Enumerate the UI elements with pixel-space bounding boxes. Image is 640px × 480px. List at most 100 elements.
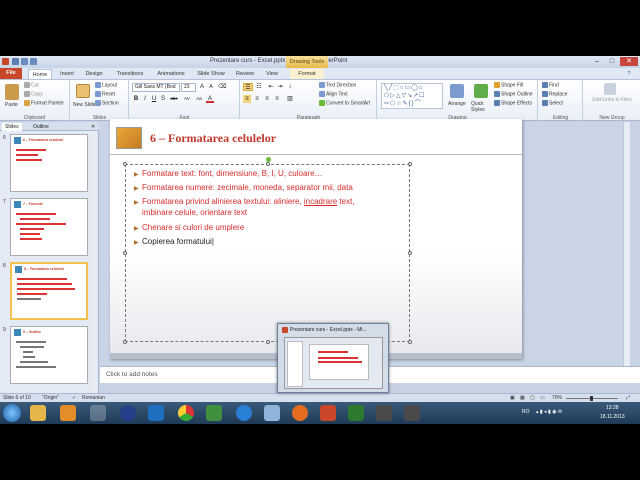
notepad-icon[interactable] <box>264 405 280 421</box>
chrome-icon[interactable] <box>178 405 194 421</box>
resize-handle[interactable] <box>123 251 127 255</box>
paste-icon[interactable] <box>5 84 19 100</box>
tab-format[interactable]: Format <box>290 69 324 79</box>
slide-thumbnail-selected[interactable]: 8 – Formatarea celulelor <box>10 262 88 320</box>
bullet-item[interactable]: ▶ Chenare si culori de umplere <box>134 223 244 234</box>
start-button[interactable] <box>3 404 21 422</box>
section-button[interactable]: Section <box>95 100 119 106</box>
control-panel-icon[interactable] <box>90 405 106 421</box>
quick-styles-button[interactable]: Quick Styles <box>471 101 491 113</box>
shape-fill-button[interactable]: Shape Fill <box>494 82 523 88</box>
resize-handle[interactable] <box>123 340 127 344</box>
firefox-icon[interactable] <box>292 405 308 421</box>
arrange-button[interactable]: Arrange <box>448 101 466 107</box>
spellcheck-icon[interactable]: ✓ <box>72 395 76 401</box>
tab-transitions[interactable]: Transitions <box>110 69 150 79</box>
tab-insert[interactable]: Insert <box>56 69 78 79</box>
center-button[interactable]: ≡ <box>253 95 261 103</box>
new-slide-button[interactable]: New Slide <box>73 102 96 108</box>
tab-slides[interactable]: Slides <box>2 123 22 131</box>
font-name-dropdown[interactable]: Gill Sans MT (Bod <box>132 83 180 92</box>
quick-styles-icon[interactable] <box>474 84 488 98</box>
bullet-item-continuation[interactable]: imbinare celule, orientare text <box>142 208 247 218</box>
close-button[interactable]: ✕ <box>620 57 638 66</box>
bullet-item[interactable]: ▶ Formatarea numere: zecimale, moneda, se… <box>134 183 353 194</box>
clear-formatting-button[interactable]: ⌫ <box>218 83 226 91</box>
app-icon[interactable] <box>404 405 420 421</box>
tab-design[interactable]: Design <box>82 69 106 79</box>
shape-effects-button[interactable]: Shape Effects <box>494 100 532 106</box>
tab-home[interactable]: Home <box>28 69 52 79</box>
arrange-icon[interactable] <box>450 84 464 98</box>
find-button[interactable]: Find <box>542 82 559 88</box>
grow-font-button[interactable]: A <box>198 83 206 91</box>
resize-handle[interactable] <box>266 162 270 166</box>
slide-thumbnail[interactable]: 7 – Formule <box>10 198 88 256</box>
powerpoint-taskbar-icon[interactable] <box>320 405 336 421</box>
content-placeholder[interactable]: ▶ Formatare text: font, dimensiune, B, I,… <box>123 157 412 344</box>
align-text-button[interactable]: Align Text <box>319 91 348 97</box>
shapes-gallery[interactable]: ╲╱⬚○▭◯⌂ ⬡▷△▽↘↗☐ ⇨⬠☆✎{}⌒ <box>381 83 443 109</box>
slide-sorter-icon[interactable]: ▦ <box>520 395 525 401</box>
slideshow-icon[interactable]: ▭ <box>540 395 545 401</box>
tab-file[interactable]: File <box>0 68 22 79</box>
ie-icon[interactable] <box>236 405 252 421</box>
font-color-button[interactable]: A <box>206 95 214 103</box>
theme-name[interactable]: "Origin" <box>42 395 59 401</box>
select-button[interactable]: Select <box>542 100 563 106</box>
decrease-indent-button[interactable]: ⇤ <box>267 83 275 91</box>
excel-chart-icon[interactable] <box>206 405 222 421</box>
increase-indent-button[interactable]: ⇥ <box>276 83 284 91</box>
resize-handle[interactable] <box>266 340 270 344</box>
tab-slide-show[interactable]: Slide Show <box>193 69 229 79</box>
bullets-button[interactable]: ☰ <box>243 83 253 91</box>
save-icon[interactable] <box>12 58 19 65</box>
app-icon[interactable] <box>376 405 392 421</box>
explorer-icon[interactable] <box>30 405 46 421</box>
convert-smartart-button[interactable]: Convert to SmartArt <box>319 100 370 106</box>
slide-logo-image[interactable] <box>116 127 142 149</box>
slide-thumbnail[interactable]: 9 – Grafice <box>10 326 88 384</box>
replace-button[interactable]: Replace <box>542 91 567 97</box>
resize-handle[interactable] <box>408 340 412 344</box>
resize-handle[interactable] <box>123 162 127 166</box>
shadow-button[interactable]: S <box>159 95 167 103</box>
font-size-dropdown[interactable]: 23 <box>181 83 196 92</box>
layout-button[interactable]: Layout <box>95 82 117 88</box>
bullet-item[interactable]: ▶ Formatarea privind alinierea textului: … <box>134 197 355 208</box>
clock-date[interactable]: 18.11.2013 <box>600 414 625 420</box>
bullet-item[interactable]: ▶ Formatare text: font, dimensiune, B, I,… <box>134 169 323 180</box>
language-code[interactable]: RO <box>522 409 530 415</box>
media-player-icon[interactable] <box>60 405 76 421</box>
language-indicator[interactable]: Romanian <box>82 395 105 401</box>
tab-outline[interactable]: Outline <box>30 123 52 131</box>
shrink-font-button[interactable]: A <box>207 83 215 91</box>
tab-animations[interactable]: Animations <box>152 69 190 79</box>
resize-handle[interactable] <box>408 251 412 255</box>
numbering-button[interactable]: ☷ <box>255 83 263 91</box>
tab-view[interactable]: View <box>261 69 283 79</box>
copy-button[interactable]: Copy <box>24 91 43 97</box>
tray-icons[interactable]: ▴ ▮ ◂ ▮ ◉ ✉ <box>536 409 562 415</box>
maximize-button[interactable]: □ <box>605 57 619 66</box>
new-slide-icon[interactable] <box>76 84 90 98</box>
redo-icon[interactable] <box>30 58 37 65</box>
zoom-level[interactable]: 70% <box>552 395 562 401</box>
bold-button[interactable]: B <box>132 95 140 103</box>
pane-scrollbar[interactable] <box>91 132 97 390</box>
italic-button[interactable]: I <box>141 95 149 103</box>
shape-outline-button[interactable]: Shape Outline <box>494 91 533 97</box>
char-spacing-button[interactable]: AV <box>182 95 192 103</box>
slide-thumbnail[interactable]: 6 – Formatarea celulelor <box>10 134 88 192</box>
undo-icon[interactable] <box>21 58 28 65</box>
clock-time[interactable]: 13:28 <box>606 405 619 411</box>
align-right-button[interactable]: ≡ <box>263 95 271 103</box>
columns-button[interactable]: ▥ <box>286 95 294 103</box>
resize-handle[interactable] <box>408 162 412 166</box>
tab-review[interactable]: Review <box>232 69 258 79</box>
slide-title[interactable]: 6 – Formatarea celulelor <box>150 131 276 146</box>
line-spacing-button[interactable]: ↕ <box>286 83 294 91</box>
reset-button[interactable]: Reset <box>95 91 115 97</box>
paste-button[interactable]: Paste <box>5 102 18 108</box>
fit-to-window-icon[interactable]: ⤢ <box>626 395 630 401</box>
